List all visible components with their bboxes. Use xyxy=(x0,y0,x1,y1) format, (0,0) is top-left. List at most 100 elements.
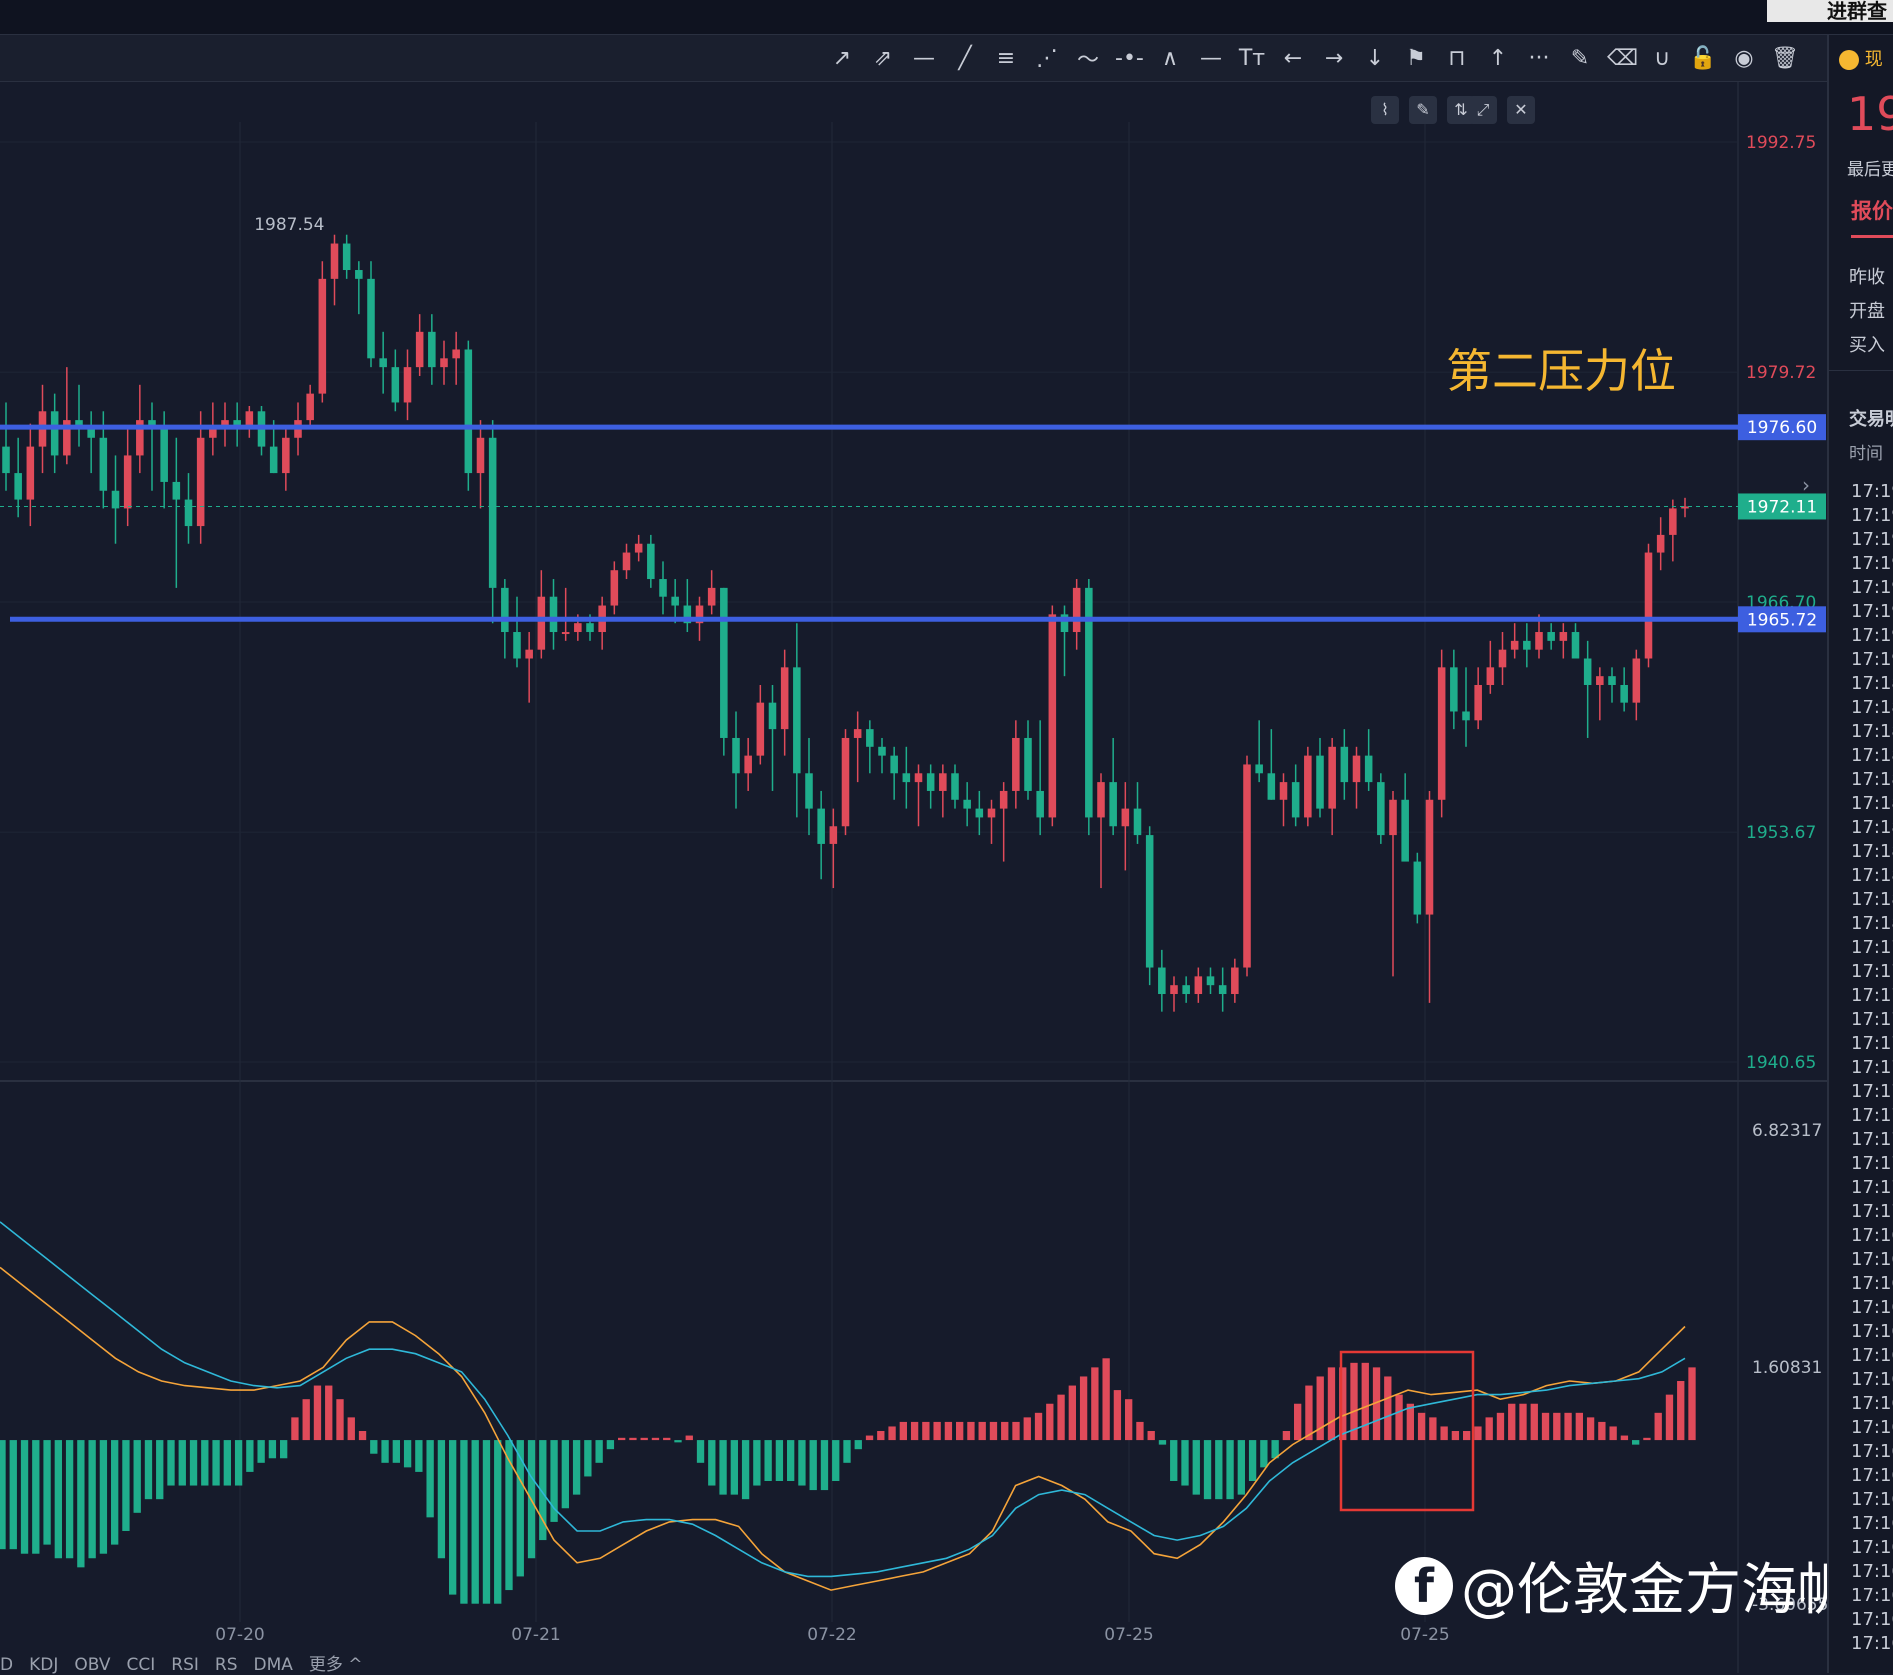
macd-histogram-bar xyxy=(403,1440,412,1468)
eye-icon[interactable]: ◉ xyxy=(1730,46,1758,71)
candle-body xyxy=(1656,534,1665,553)
high-price-label: 1987.54 xyxy=(254,215,324,235)
indicator-tab-5[interactable]: RS xyxy=(215,1655,238,1675)
indicator-tab-1[interactable]: KDJ xyxy=(29,1655,58,1675)
candle-body xyxy=(196,437,205,527)
macd-histogram-bar xyxy=(381,1440,389,1463)
candle-body xyxy=(1608,676,1616,685)
top-badge[interactable]: 进群查 xyxy=(1767,0,1893,22)
candle-body xyxy=(1474,684,1482,721)
close-icon[interactable]: ✕ xyxy=(1507,96,1535,124)
trade-time-list: 17:19 17:19 17:19 17:19 17:19 17:19 17:19 17:19… xyxy=(1851,480,1893,1656)
watermark: f @伦敦金方海帆 xyxy=(1395,1545,1853,1626)
horizontal-line-icon[interactable]: — xyxy=(1197,46,1225,71)
trade-time: 17:19 xyxy=(1851,577,1893,598)
edit-icon[interactable]: ✎ xyxy=(1409,96,1437,124)
edit-icon[interactable]: ✎ xyxy=(1566,46,1594,71)
macd-histogram-bar xyxy=(663,1437,671,1441)
trade-time: 17:16 xyxy=(1851,1369,1893,1390)
text-icon[interactable]: Tᴛ xyxy=(1238,46,1266,71)
candle-body xyxy=(525,649,533,659)
polyline-icon[interactable]: 〜 xyxy=(1074,42,1102,74)
macd-histogram-bar xyxy=(1496,1412,1505,1441)
macd-histogram-bar xyxy=(449,1440,457,1595)
candle-body xyxy=(1559,632,1568,641)
lock-icon[interactable]: 🔓 xyxy=(1689,46,1717,71)
horizontal-segment-icon[interactable]: — xyxy=(910,46,938,71)
indicator-tab-6[interactable]: DMA xyxy=(254,1655,293,1675)
trade-time: 17:16 xyxy=(1851,1585,1893,1606)
sidebar-time-header: 时间 xyxy=(1849,444,1883,464)
candle-body xyxy=(878,746,886,756)
trade-time: 17:17 xyxy=(1851,1033,1893,1054)
macd-histogram-bar xyxy=(189,1440,198,1486)
ray-icon[interactable]: ⇗ xyxy=(869,46,897,71)
price-label-icon[interactable]: ⊓ xyxy=(1443,46,1471,71)
trade-time: 17:19 xyxy=(1851,625,1893,646)
arrow-right-icon[interactable]: → xyxy=(1320,46,1348,71)
zigzag-icon[interactable]: ∧ xyxy=(1156,46,1184,71)
trade-time: 17:16 xyxy=(1851,1561,1893,1582)
arrow-up-icon[interactable]: ↑ xyxy=(1484,46,1512,71)
macd-histogram-bar xyxy=(978,1421,986,1441)
candle-body xyxy=(939,773,947,791)
trend-line-icon[interactable]: ↗ xyxy=(828,46,856,71)
quote-sidebar: 现 19 最后更 报价 昨收 开盘 买入 交易明 时间 17:1917:1917… xyxy=(1827,35,1893,1673)
macd-histogram-bar xyxy=(212,1440,220,1486)
candle-body xyxy=(367,278,375,359)
candle-body xyxy=(610,570,619,606)
candle-body xyxy=(1352,755,1361,783)
trade-time: 17:17 xyxy=(1851,1057,1893,1078)
candle-body xyxy=(561,632,570,635)
more-icon[interactable]: ··· xyxy=(1525,46,1553,71)
flag-icon[interactable]: ⚑ xyxy=(1402,46,1430,71)
macd-histogram-bar xyxy=(1012,1421,1020,1441)
indicator-tab-2[interactable]: OBV xyxy=(74,1655,110,1675)
indicator-toggle-icon[interactable]: ⌇ xyxy=(1371,96,1399,124)
macd-histogram-bar xyxy=(572,1440,581,1495)
macd-histogram-bar xyxy=(358,1431,367,1441)
candle-body xyxy=(1145,835,1154,968)
fibonacci-icon[interactable]: ≡ xyxy=(992,46,1020,71)
macd-histogram-bar xyxy=(32,1440,40,1554)
chart-svg[interactable]: 07-20 07-21 07-22 07-25 07-25 1992.75 1979.72 1… xyxy=(0,82,1827,1673)
expand-icon[interactable]: ⤢ xyxy=(1469,96,1497,124)
macd-histogram-bar xyxy=(1170,1440,1178,1481)
candle-body xyxy=(1024,737,1032,791)
macd-histogram-bar xyxy=(1260,1440,1268,1468)
trade-time: 17:18 xyxy=(1851,865,1893,886)
trash-icon[interactable]: 🗑 xyxy=(1771,46,1799,71)
arrow-down-icon[interactable]: ↓ xyxy=(1361,46,1389,71)
sidebar-tab-quote[interactable]: 报价 xyxy=(1851,195,1893,225)
eraser-icon[interactable]: ⌫ xyxy=(1607,46,1638,71)
sidebar-header: 现 xyxy=(1839,45,1883,71)
candle-body xyxy=(1158,967,1166,995)
candle-body xyxy=(282,437,290,474)
arrow-left-icon[interactable]: ← xyxy=(1279,46,1307,71)
indicator-tab-7[interactable]: 更多 ^ xyxy=(309,1655,363,1675)
macd-histogram-bar xyxy=(122,1440,130,1531)
candle-body xyxy=(793,667,801,774)
candle-body xyxy=(452,349,460,359)
candle-body xyxy=(87,428,95,438)
macd-histogram-bar xyxy=(1632,1440,1640,1445)
macd-histogram-bar xyxy=(1463,1431,1471,1441)
x-tick-label: 07-21 xyxy=(511,1625,560,1645)
candle-body xyxy=(987,808,996,818)
candle-body xyxy=(853,729,862,738)
macd-histogram-bar xyxy=(865,1435,874,1441)
candle-body xyxy=(1304,755,1312,818)
candle-body xyxy=(817,808,825,844)
candle-body xyxy=(1510,640,1519,650)
extended-line-icon[interactable]: ╱ xyxy=(951,46,979,71)
magnet-icon[interactable]: ∪ xyxy=(1648,46,1676,71)
candle-body xyxy=(1243,764,1251,968)
indicator-tab-3[interactable]: CCI xyxy=(127,1655,156,1675)
indicator-tab-0[interactable]: D xyxy=(0,1655,13,1675)
trade-time: 17:18 xyxy=(1851,793,1893,814)
indicator-tab-4[interactable]: RSI xyxy=(171,1655,199,1675)
candle-body xyxy=(732,737,740,774)
candle-body xyxy=(209,428,217,438)
fan-icon[interactable]: ⋰ xyxy=(1033,46,1061,71)
horizontal-ray-icon[interactable]: -•- xyxy=(1115,46,1144,71)
